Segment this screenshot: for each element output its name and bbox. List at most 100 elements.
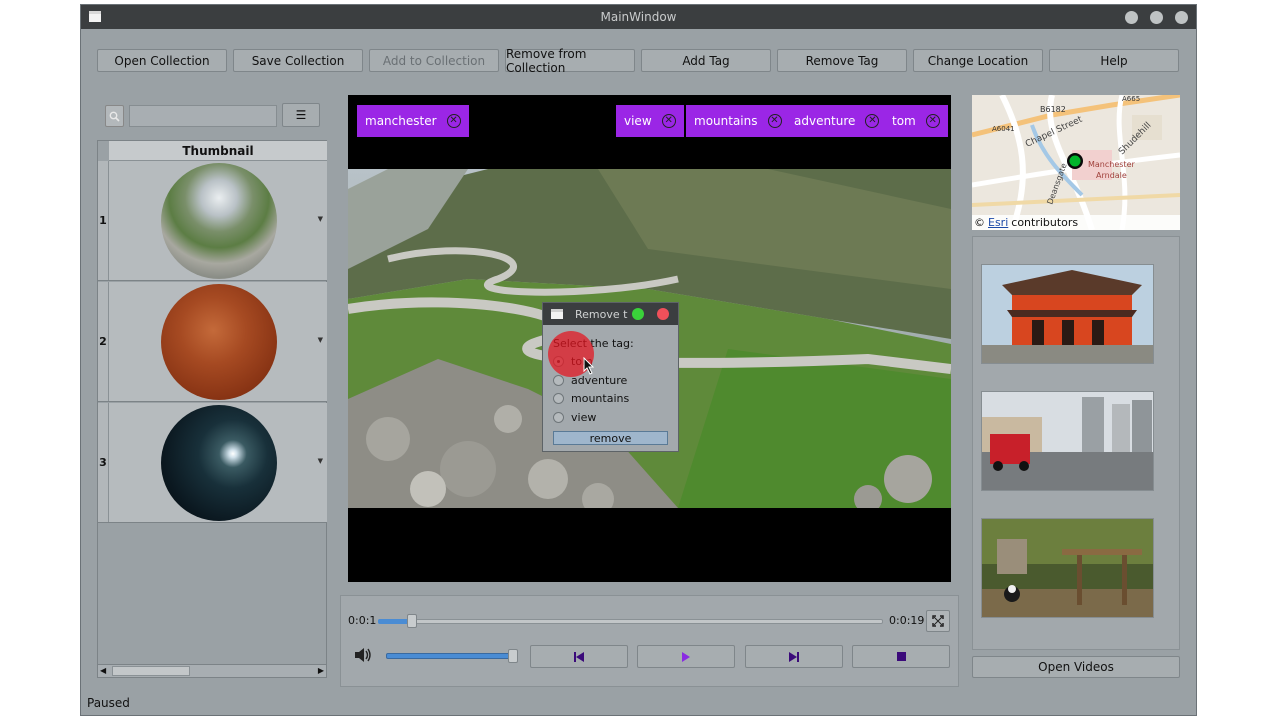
dropdown-arrow-icon: ▼ xyxy=(317,215,323,223)
tag-label: mountains xyxy=(694,114,758,128)
volume-slider[interactable] xyxy=(386,653,512,659)
next-button[interactable] xyxy=(745,645,843,668)
change-location-button[interactable]: Change Location xyxy=(913,49,1043,72)
thumbnail-image xyxy=(161,284,277,400)
stop-button[interactable] xyxy=(852,645,950,668)
add-to-collection-button[interactable]: Add to Collection xyxy=(369,49,499,72)
maximize-button[interactable] xyxy=(1150,11,1163,24)
remove-tag-button[interactable]: Remove Tag xyxy=(777,49,907,72)
radio-mountains[interactable]: mountains xyxy=(553,392,629,405)
volume-handle[interactable] xyxy=(508,649,518,663)
radio-button[interactable] xyxy=(553,393,564,404)
tag-label: manchester xyxy=(365,114,437,128)
add-tag-button[interactable]: Add Tag xyxy=(641,49,771,72)
title-bar: MainWindow xyxy=(81,5,1196,29)
status-bar-text: Paused xyxy=(87,696,130,710)
remove-tag-icon[interactable]: ✕ xyxy=(446,114,461,128)
remove-tag-icon[interactable]: ✕ xyxy=(865,114,880,128)
dialog-maximize-button[interactable] xyxy=(632,308,644,320)
mouse-cursor-icon xyxy=(583,357,595,375)
open-collection-button[interactable]: Open Collection xyxy=(97,49,227,72)
map-label: Manchester xyxy=(1088,160,1135,169)
seek-handle[interactable] xyxy=(407,614,417,628)
minimize-button[interactable] xyxy=(1125,11,1138,24)
map-label: B6182 xyxy=(1040,105,1066,114)
help-button[interactable]: Help xyxy=(1049,49,1179,72)
scrollbar-handle[interactable] xyxy=(112,666,190,676)
search-input[interactable] xyxy=(129,105,277,127)
radio-view[interactable]: view xyxy=(553,411,596,424)
remove-from-collection-button[interactable]: Remove from Collection xyxy=(505,47,635,75)
map-label: A6041 xyxy=(992,125,1015,133)
attribution-text: contributors xyxy=(1011,216,1079,229)
stop-icon xyxy=(896,652,906,661)
dropdown-arrow-icon: ▼ xyxy=(317,457,323,465)
radio-label: view xyxy=(571,411,597,424)
fullscreen-icon xyxy=(932,615,944,627)
skip-back-icon xyxy=(574,651,584,662)
playback-controls xyxy=(340,595,959,687)
attribution-symbol: © xyxy=(974,216,985,229)
tag-label: tom xyxy=(892,114,916,128)
play-button[interactable] xyxy=(637,645,735,668)
app-icon xyxy=(89,11,101,22)
remove-tag-icon[interactable]: ✕ xyxy=(925,114,940,128)
tag-chip: tom ✕ xyxy=(884,105,948,137)
save-collection-button[interactable]: Save Collection xyxy=(233,49,363,72)
thumbnail-column-header[interactable]: Thumbnail xyxy=(109,141,327,161)
close-button[interactable] xyxy=(1175,11,1188,24)
skip-forward-icon xyxy=(789,651,799,662)
tag-chip: view ✕ xyxy=(616,105,684,137)
main-window: MainWindow Open Collection Save Collecti… xyxy=(80,4,1197,716)
video-thumbnail[interactable] xyxy=(981,391,1154,491)
menu-icon: ☰ xyxy=(295,108,307,122)
radio-label: mountains xyxy=(571,392,630,405)
tag-chip: manchester ✕ xyxy=(357,105,469,137)
remove-tag-icon[interactable]: ✕ xyxy=(661,114,676,128)
radio-button[interactable] xyxy=(553,412,564,423)
scroll-left-icon[interactable]: ◀ xyxy=(100,666,106,675)
thumbnail-cell[interactable]: ▼ xyxy=(109,282,327,401)
current-time: 0:0:1 xyxy=(348,614,377,627)
total-time: 0:0:19 xyxy=(889,614,925,627)
tag-chip: mountains ✕ xyxy=(686,105,790,137)
dialog-close-button[interactable] xyxy=(657,308,669,320)
esri-link[interactable]: Esri xyxy=(988,216,1008,229)
thumbnail-cell[interactable]: ▼ xyxy=(109,161,327,280)
search-button[interactable] xyxy=(105,105,124,127)
map-label: Arndale xyxy=(1096,171,1127,180)
thumbnail-image xyxy=(161,163,277,279)
volume-icon[interactable] xyxy=(353,646,373,664)
table-row[interactable]: 3 ▼ xyxy=(98,403,327,523)
table-row[interactable]: 2 ▼ xyxy=(98,282,327,402)
row-number: 2 xyxy=(98,282,109,401)
row-number: 1 xyxy=(98,161,109,280)
tag-chip: adventure ✕ xyxy=(786,105,888,137)
tag-label: view xyxy=(624,114,652,128)
remove-tag-icon[interactable]: ✕ xyxy=(767,114,782,128)
location-map[interactable]: B6182 A665 A6041 Chapel Street Shudehill… xyxy=(972,95,1180,230)
menu-button[interactable]: ☰ xyxy=(282,103,320,127)
scroll-right-icon[interactable]: ▶ xyxy=(318,666,324,675)
seek-progress xyxy=(378,619,408,624)
seek-bar[interactable] xyxy=(378,619,883,624)
toolbar: Open Collection Save Collection Add to C… xyxy=(97,47,1182,75)
radio-label: adventure xyxy=(571,374,628,387)
table-row[interactable]: 1 ▼ xyxy=(98,161,327,281)
play-icon xyxy=(682,651,690,662)
thumbnail-image xyxy=(161,405,277,521)
dialog-app-icon xyxy=(551,309,563,319)
window-title: MainWindow xyxy=(600,10,677,24)
open-videos-button[interactable]: Open Videos xyxy=(972,656,1180,678)
remove-button[interactable]: remove xyxy=(553,431,668,445)
dropdown-arrow-icon: ▼ xyxy=(317,336,323,344)
fullscreen-button[interactable] xyxy=(926,610,950,632)
horizontal-scrollbar[interactable]: ◀ ▶ xyxy=(97,664,327,678)
video-thumbnail[interactable] xyxy=(981,518,1154,618)
thumbnail-cell[interactable]: ▼ xyxy=(109,403,327,522)
video-thumbnail[interactable] xyxy=(981,264,1154,364)
thumbnail-table: Thumbnail 1 ▼ 2 ▼ 3 ▼ xyxy=(97,140,327,678)
radio-button[interactable] xyxy=(553,375,564,386)
previous-button[interactable] xyxy=(530,645,628,668)
row-number: 3 xyxy=(98,403,109,522)
